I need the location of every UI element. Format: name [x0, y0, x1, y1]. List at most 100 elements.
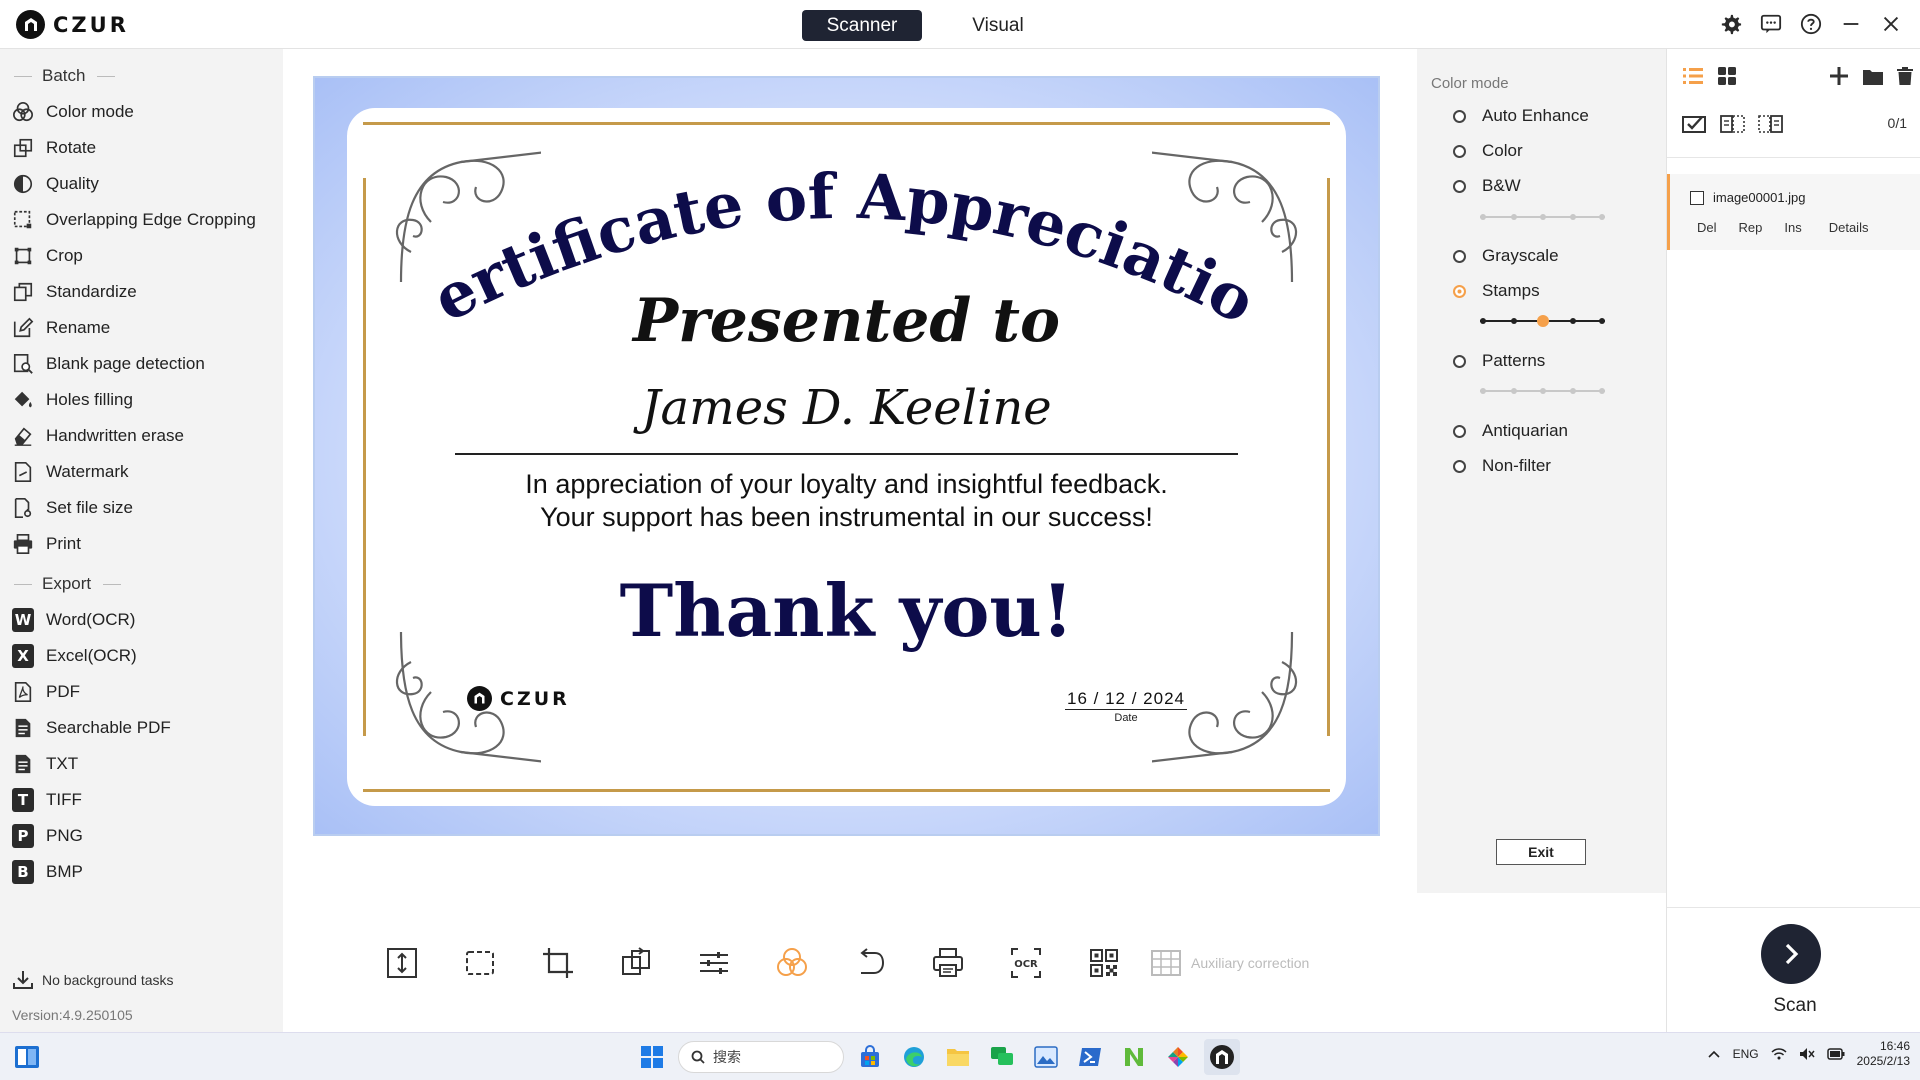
czur-app-icon[interactable] — [1204, 1039, 1240, 1075]
export-item-png[interactable]: P PNG — [0, 819, 283, 853]
option-label: Non-filter — [1482, 456, 1551, 475]
chat-app-icon[interactable] — [984, 1039, 1020, 1075]
sidebar-item-rotate[interactable]: Rotate — [0, 131, 283, 165]
store-icon[interactable] — [852, 1039, 888, 1075]
sidebar-item-crop[interactable]: Crop — [0, 239, 283, 273]
delete-file-button[interactable]: Del — [1697, 220, 1717, 235]
scan-button[interactable] — [1761, 924, 1821, 984]
export-item-word[interactable]: W Word(OCR) — [0, 603, 283, 637]
radio-button-selected[interactable] — [1453, 284, 1466, 298]
select-right-pages-icon[interactable] — [1757, 112, 1785, 136]
gear-icon[interactable] — [1718, 11, 1744, 37]
export-item-tiff[interactable]: T TIFF — [0, 783, 283, 817]
edge-browser-icon[interactable] — [896, 1039, 932, 1075]
sidebar-item-watermark[interactable]: Watermark — [0, 455, 283, 489]
tab-visual[interactable]: Visual — [938, 10, 1058, 41]
sidebar-item-rename[interactable]: Rename — [0, 311, 283, 345]
bw-slider[interactable] — [1480, 211, 1605, 223]
sidebar-item-blank-page[interactable]: Blank page detection — [0, 347, 283, 381]
select-left-pages-icon[interactable] — [1719, 112, 1747, 136]
sidebar-item-quality[interactable]: Quality — [0, 167, 283, 201]
minimize-icon[interactable] — [1838, 11, 1864, 37]
patterns-slider[interactable] — [1480, 385, 1605, 397]
fit-height-icon — [387, 948, 417, 978]
option-antiquarian[interactable]: Antiquarian — [1453, 421, 1568, 441]
document-preview[interactable]: Certificate of Appreciation Presented to… — [313, 76, 1380, 836]
file-item[interactable]: image00001.jpg Del Rep Ins Details — [1667, 174, 1920, 250]
folder-icon[interactable] — [1861, 64, 1885, 88]
sidebar-item-edge-cropping[interactable]: Overlapping Edge Cropping — [0, 203, 283, 237]
option-auto-enhance[interactable]: Auto Enhance — [1453, 106, 1589, 126]
image-toolbar: OCR Auxiliary correction — [363, 943, 1309, 983]
fit-height-button[interactable] — [363, 943, 441, 983]
trash-icon[interactable] — [1893, 64, 1917, 88]
help-icon[interactable] — [1798, 11, 1824, 37]
sidebar-item-color-mode[interactable]: Color mode — [0, 95, 283, 129]
option-color[interactable]: Color — [1453, 141, 1523, 161]
rotate-button[interactable] — [597, 943, 675, 983]
export-item-pdf[interactable]: PDF — [0, 675, 283, 709]
tab-scanner[interactable]: Scanner — [802, 10, 922, 41]
export-item-bmp[interactable]: B BMP — [0, 855, 283, 889]
export-item-label: TIFF — [46, 790, 82, 809]
sidebar-item-holes-filling[interactable]: Holes filling — [0, 383, 283, 417]
color-mode-button[interactable] — [753, 943, 831, 983]
crop-button[interactable] — [519, 943, 597, 983]
clock[interactable]: 16:46 2025/2/13 — [1857, 1039, 1910, 1069]
wifi-icon[interactable] — [1771, 1047, 1787, 1061]
file-checkbox[interactable] — [1690, 191, 1704, 205]
option-bw[interactable]: B&W — [1453, 176, 1521, 196]
photos-icon[interactable] — [1028, 1039, 1064, 1075]
stamps-slider-knob[interactable] — [1537, 315, 1549, 327]
export-item-searchable-pdf[interactable]: Searchable PDF — [0, 711, 283, 745]
print-button[interactable] — [909, 943, 987, 983]
qr-code-button[interactable] — [1065, 943, 1143, 983]
chevron-up-icon[interactable] — [1707, 1049, 1721, 1059]
option-non-filter[interactable]: Non-filter — [1453, 456, 1551, 476]
radio-button[interactable] — [1453, 354, 1466, 368]
file-explorer-icon[interactable] — [940, 1039, 976, 1075]
sidebar-item-print[interactable]: Print — [0, 527, 283, 561]
export-item-txt[interactable]: TXT — [0, 747, 283, 781]
radio-button[interactable] — [1453, 109, 1466, 123]
option-grayscale[interactable]: Grayscale — [1453, 246, 1559, 266]
chat-icon[interactable] — [1758, 11, 1784, 37]
radio-button[interactable] — [1453, 424, 1466, 438]
sidebar-item-file-size[interactable]: Set file size — [0, 491, 283, 525]
background-tasks[interactable]: No background tasks — [12, 970, 174, 990]
colorful-app-icon[interactable] — [1160, 1039, 1196, 1075]
file-details-button[interactable]: Details — [1829, 220, 1869, 235]
grid-view-icon[interactable] — [1715, 64, 1739, 88]
language-indicator[interactable]: ENG — [1733, 1047, 1759, 1061]
sidebar-item-standardize[interactable]: Standardize — [0, 275, 283, 309]
close-icon[interactable] — [1878, 11, 1904, 37]
select-all-icon[interactable] — [1681, 112, 1709, 136]
widgets-icon[interactable] — [14, 1045, 40, 1069]
undo-button[interactable] — [831, 943, 909, 983]
add-icon[interactable] — [1827, 64, 1851, 88]
title-bar: CZUR Scanner Visual — [0, 0, 1920, 49]
ocr-button[interactable]: OCR — [987, 943, 1065, 983]
powershell-icon[interactable] — [1072, 1039, 1108, 1075]
mode-tabs: Scanner Visual — [802, 10, 1058, 41]
radio-button[interactable] — [1453, 144, 1466, 158]
list-view-icon[interactable] — [1681, 64, 1705, 88]
option-stamps[interactable]: Stamps — [1453, 281, 1540, 301]
battery-icon[interactable] — [1826, 1048, 1845, 1060]
adjust-button[interactable] — [675, 943, 753, 983]
select-area-button[interactable] — [441, 943, 519, 983]
radio-button[interactable] — [1453, 459, 1466, 473]
stamps-slider[interactable] — [1480, 315, 1605, 327]
exit-button[interactable]: Exit — [1496, 839, 1586, 865]
radio-button[interactable] — [1453, 249, 1466, 263]
radio-button[interactable] — [1453, 179, 1466, 193]
start-icon[interactable] — [634, 1039, 670, 1075]
notepad-plus-icon[interactable] — [1116, 1039, 1152, 1075]
insert-file-button[interactable]: Ins — [1784, 220, 1801, 235]
replace-file-button[interactable]: Rep — [1739, 220, 1763, 235]
export-item-excel[interactable]: X Excel(OCR) — [0, 639, 283, 673]
option-patterns[interactable]: Patterns — [1453, 351, 1545, 371]
taskbar-search[interactable]: 搜索 — [678, 1041, 844, 1073]
sidebar-item-handwritten-erase[interactable]: Handwritten erase — [0, 419, 283, 453]
volume-icon[interactable] — [1799, 1047, 1815, 1061]
